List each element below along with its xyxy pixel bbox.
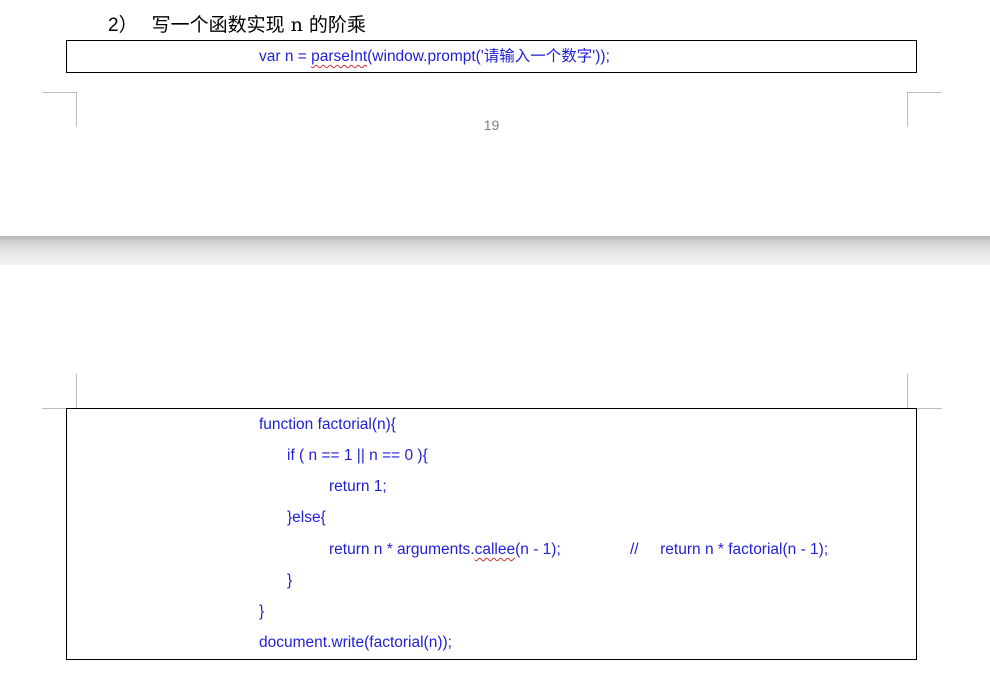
code-token-parseint: parseInt bbox=[311, 48, 368, 65]
code-box-top: var n = parseInt(window.prompt('请输入一个数字'… bbox=[66, 40, 917, 73]
code-token-return-args: return n * arguments. bbox=[329, 541, 475, 558]
code-line-return-one: return 1; bbox=[329, 478, 387, 495]
crop-mark-bottom-left bbox=[42, 374, 77, 409]
section-heading: 2） 写一个函数实现 n 的阶乘 bbox=[108, 10, 366, 37]
document-page-top: 2） 写一个函数实现 n 的阶乘 var n = parseInt(window.… bbox=[0, 0, 990, 236]
code-line-document-write: document.write(factorial(n)); bbox=[259, 634, 452, 651]
section-heading-number: 2） bbox=[108, 15, 138, 36]
code-line-prompt: var n = parseInt(window.prompt('请输入一个数字'… bbox=[259, 47, 610, 67]
code-line-close-function: } bbox=[259, 603, 265, 620]
section-heading-text: 写一个函数实现 n 的阶乘 bbox=[151, 14, 366, 36]
code-line-comment: // return n * factorial(n - 1); bbox=[630, 541, 829, 558]
document-page-bottom: function factorial(n){ if ( n == 1 || n … bbox=[0, 265, 990, 690]
code-token-call-args: (n - 1); bbox=[515, 541, 561, 558]
code-token-var: var n = bbox=[259, 48, 312, 65]
page-gap-separator bbox=[0, 236, 990, 265]
code-token-callee: callee bbox=[474, 541, 516, 558]
code-line-if: if ( n == 1 || n == 0 ){ bbox=[287, 447, 428, 464]
code-line-else: }else{ bbox=[287, 509, 326, 526]
code-line-function: function factorial(n){ bbox=[259, 416, 396, 433]
code-token-prompt-call: (window.prompt('请输入一个数字')); bbox=[367, 48, 610, 65]
code-line-return-callee: return n * arguments.callee(n - 1); bbox=[329, 540, 561, 560]
code-box-bottom: function factorial(n){ if ( n == 1 || n … bbox=[66, 408, 917, 660]
crop-mark-bottom-right bbox=[907, 374, 942, 409]
page-number: 19 bbox=[483, 117, 500, 133]
code-line-close-else: } bbox=[287, 572, 293, 589]
